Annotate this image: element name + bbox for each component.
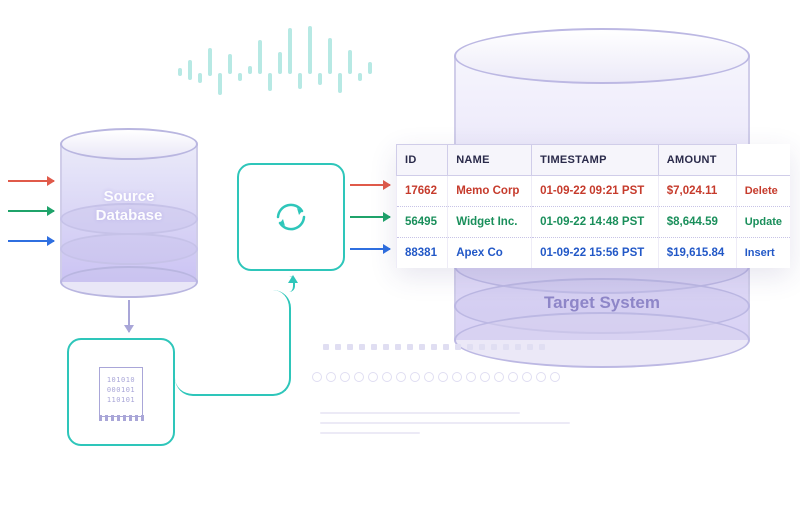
cell-ts: 01-09-22 09:21 PST: [532, 176, 659, 207]
binary-log-box: 101010 000101 110101: [67, 338, 175, 446]
cell-name: Memo Corp: [448, 176, 532, 207]
col-ts: TIMESTAMP: [532, 145, 659, 176]
input-arrow-update: [8, 210, 54, 212]
table-row: 17662Memo Corp01-09-22 09:21 PST$7,024.1…: [397, 176, 791, 207]
source-database-cylinder: SourceDatabase: [60, 128, 198, 298]
col-amount: AMOUNT: [658, 145, 736, 176]
output-arrow-insert: [350, 248, 390, 250]
output-arrow-update: [350, 216, 390, 218]
input-arrow-delete: [8, 180, 54, 182]
decoration-circle-dots: [310, 370, 610, 389]
arrow-source-to-binlog: [128, 300, 130, 332]
binary-log-icon: 101010 000101 110101: [99, 367, 143, 417]
diagram-canvas: SourceDatabase 101010 000101 110101: [0, 0, 800, 516]
input-arrow-insert: [8, 240, 54, 242]
cell-amount: $19,615.84: [658, 238, 736, 269]
cell-ts: 01-09-22 14:48 PST: [532, 207, 659, 238]
source-database-label: SourceDatabase: [60, 188, 198, 226]
table-row: 88381Apex Co01-09-22 15:56 PST$19,615.84…: [397, 238, 791, 269]
waveform-decoration: [178, 18, 398, 118]
pipe-binlog-to-processor-arrowhead: [283, 276, 295, 292]
cell-name: Widget Inc.: [448, 207, 532, 238]
decoration-square-dots: [320, 340, 580, 358]
sync-icon: [266, 192, 316, 242]
cell-id: 17662: [397, 176, 448, 207]
cell-action: Update: [736, 207, 790, 238]
cell-action: Delete: [736, 176, 790, 207]
cell-ts: 01-09-22 15:56 PST: [532, 238, 659, 269]
table-row: 56495Widget Inc.01-09-22 14:48 PST$8,644…: [397, 207, 791, 238]
cell-id: 56495: [397, 207, 448, 238]
col-id: ID: [397, 145, 448, 176]
table-header-row: ID NAME TIMESTAMP AMOUNT: [397, 145, 791, 176]
cell-name: Apex Co: [448, 238, 532, 269]
cell-action: Insert: [736, 238, 790, 269]
cell-amount: $8,644.59: [658, 207, 736, 238]
target-system-label: Target System: [454, 293, 750, 313]
decoration-lines: [320, 412, 580, 442]
cell-id: 88381: [397, 238, 448, 269]
cell-amount: $7,024.11: [658, 176, 736, 207]
cdc-data-table: ID NAME TIMESTAMP AMOUNT 17662Memo Corp0…: [396, 144, 790, 268]
sync-processor-box: [237, 163, 345, 271]
pipe-binlog-to-processor: [175, 290, 291, 396]
col-name: NAME: [448, 145, 532, 176]
output-arrow-delete: [350, 184, 390, 186]
